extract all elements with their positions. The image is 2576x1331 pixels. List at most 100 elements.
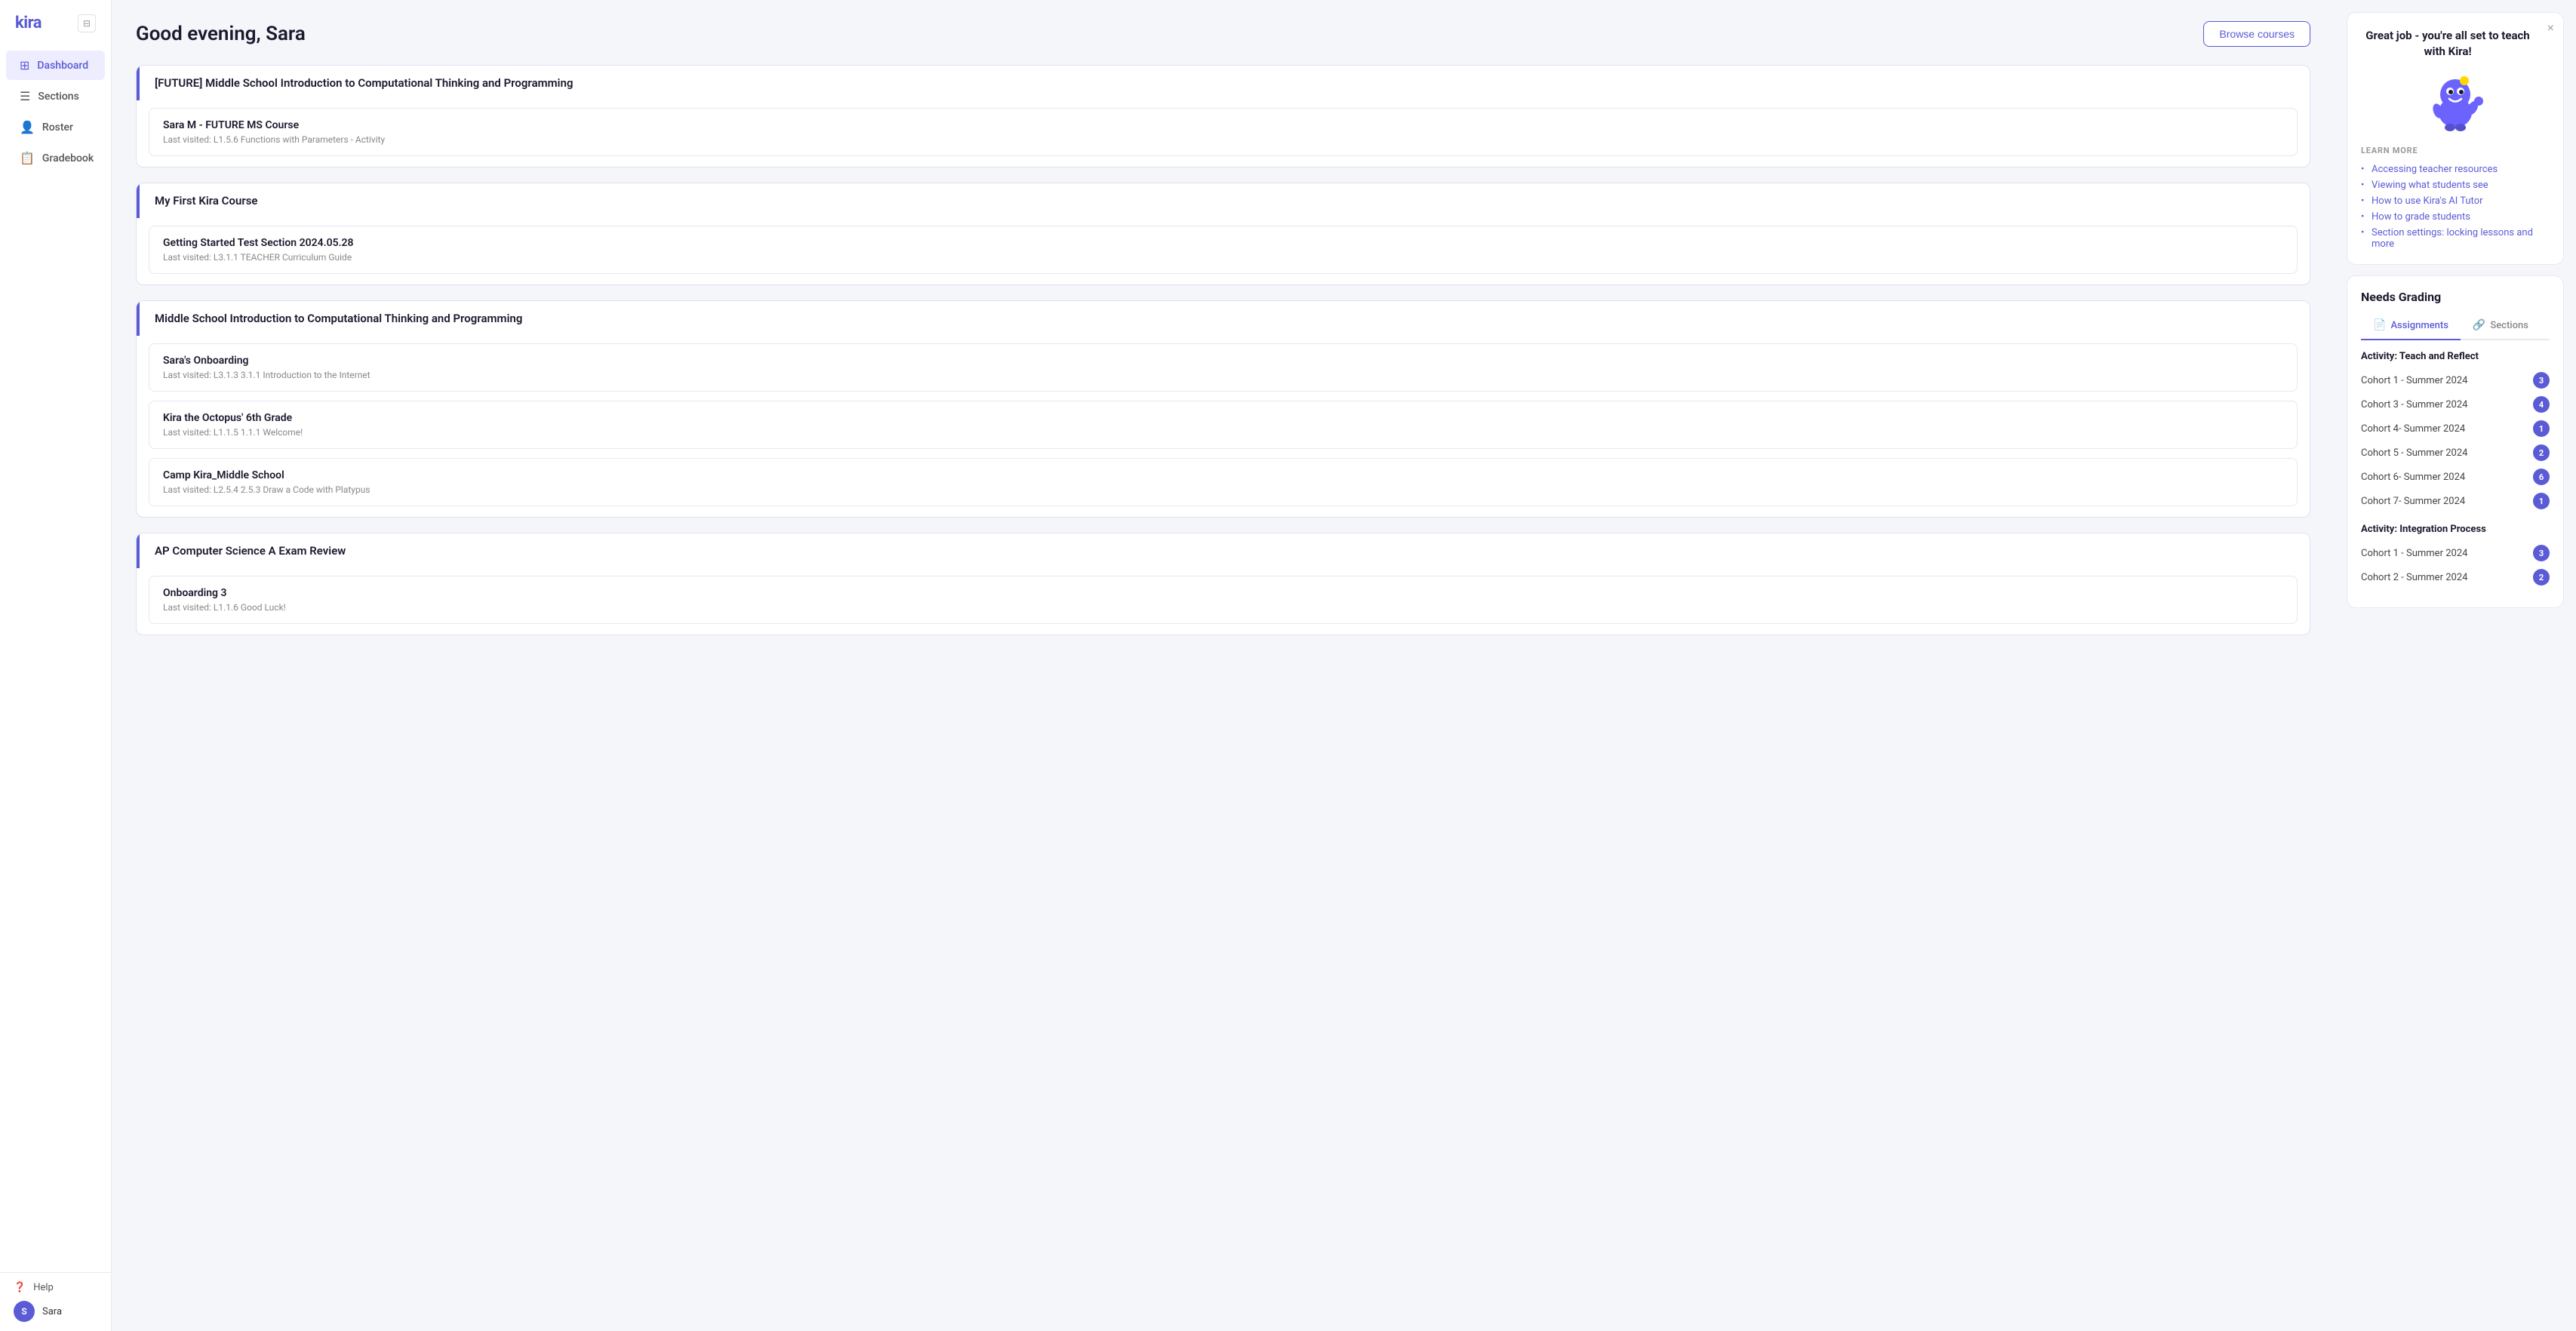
learn-more-links: Accessing teacher resourcesViewing what … — [2361, 161, 2550, 252]
course-title-future-ms: [FUTURE] Middle School Introduction to C… — [137, 66, 2310, 100]
grading-row[interactable]: Cohort 1 - Summer 2024 3 — [2361, 368, 2550, 392]
section-card-title: Onboarding 3 — [163, 587, 2283, 599]
browse-courses-button[interactable]: Browse courses — [2203, 21, 2310, 47]
learn-more-link[interactable]: Section settings: locking lessons and mo… — [2361, 225, 2550, 252]
learn-more-section: LEARN MORE Accessing teacher resourcesVi… — [2361, 146, 2550, 252]
sidebar-item-help[interactable]: ❓ Help — [14, 1282, 97, 1293]
collapse-sidebar-button[interactable]: ⊟ — [78, 14, 96, 32]
activity-label: Activity: Teach and Reflect — [2361, 351, 2550, 362]
sections-icon: ☰ — [20, 89, 30, 103]
gradebook-icon: 📋 — [20, 151, 35, 165]
close-welcome-button[interactable]: × — [2547, 22, 2554, 35]
sidebar-item-sections[interactable]: ☰ Sections — [6, 81, 105, 111]
nav-label-dashboard: Dashboard — [37, 60, 88, 72]
course-title-ap-cs: AP Computer Science A Exam Review — [137, 533, 2310, 568]
grading-count-badge: 6 — [2533, 469, 2550, 485]
page-title: Good evening, Sara — [136, 23, 306, 45]
nav-label-sections: Sections — [38, 91, 78, 103]
section-card[interactable]: Onboarding 3 Last visited: L1.1.6 Good L… — [149, 576, 2298, 624]
assignments-tab-icon: 📄 — [2373, 319, 2386, 331]
grading-tab-sections[interactable]: 🔗 Sections — [2461, 313, 2541, 340]
grading-row[interactable]: Cohort 6- Summer 2024 6 — [2361, 465, 2550, 489]
sidebar: kira ⊟ ⊞ Dashboard☰ Sections👤 Roster📋 Gr… — [0, 0, 112, 1331]
sidebar-item-gradebook[interactable]: 📋 Gradebook — [6, 143, 105, 173]
grading-row[interactable]: Cohort 2 - Summer 2024 2 — [2361, 565, 2550, 589]
activity-label: Activity: Integration Process — [2361, 524, 2550, 535]
mascot-area — [2361, 69, 2550, 137]
needs-grading-card: Needs Grading 📄 Assignments🔗 Sections Ac… — [2347, 275, 2564, 608]
section-last-visited: Last visited: L3.1.3 3.1.1 Introduction … — [163, 370, 2283, 380]
cohort-name: Cohort 2 - Summer 2024 — [2361, 572, 2467, 583]
sections-tab-icon: 🔗 — [2473, 319, 2485, 331]
grading-row[interactable]: Cohort 3 - Summer 2024 4 — [2361, 392, 2550, 417]
section-last-visited: Last visited: L3.1.1 TEACHER Curriculum … — [163, 252, 2283, 263]
welcome-card: × Great job - you're all set to teach wi… — [2347, 12, 2564, 265]
sidebar-footer: ❓ Help S Sara — [0, 1272, 111, 1331]
section-card-title: Sara M - FUTURE MS Course — [163, 119, 2283, 131]
cohort-name: Cohort 3 - Summer 2024 — [2361, 399, 2467, 410]
section-card-title: Getting Started Test Section 2024.05.28 — [163, 237, 2283, 249]
section-card[interactable]: Camp Kira_Middle School Last visited: L2… — [149, 458, 2298, 506]
cohort-name: Cohort 1 - Summer 2024 — [2361, 375, 2467, 386]
user-name: Sara — [42, 1306, 62, 1317]
course-section-my-first-kira: My First Kira Course Getting Started Test… — [136, 183, 2310, 285]
sidebar-item-roster[interactable]: 👤 Roster — [6, 112, 105, 142]
grading-tabs: 📄 Assignments🔗 Sections — [2361, 313, 2550, 340]
course-section-future-ms: [FUTURE] Middle School Introduction to C… — [136, 65, 2310, 168]
nav-label-gradebook: Gradebook — [42, 152, 94, 164]
main-header: Good evening, Sara Browse courses — [136, 21, 2310, 47]
section-card[interactable]: Kira the Octopus' 6th Grade Last visited… — [149, 401, 2298, 449]
grading-count-badge: 1 — [2533, 493, 2550, 509]
section-card[interactable]: Getting Started Test Section 2024.05.28 … — [149, 226, 2298, 274]
section-card-title: Camp Kira_Middle School — [163, 469, 2283, 481]
grading-row[interactable]: Cohort 1 - Summer 2024 3 — [2361, 541, 2550, 565]
cohort-name: Cohort 7- Summer 2024 — [2361, 496, 2465, 507]
learn-more-link[interactable]: How to use Kira's AI Tutor — [2361, 193, 2550, 209]
needs-grading-title: Needs Grading — [2361, 290, 2550, 304]
section-last-visited: Last visited: L1.1.6 Good Luck! — [163, 602, 2283, 613]
sidebar-logo-area: kira ⊟ — [0, 0, 111, 43]
help-icon: ❓ — [14, 1282, 26, 1293]
grading-count-badge: 2 — [2533, 569, 2550, 586]
course-title-ms-intro: Middle School Introduction to Computatio… — [137, 301, 2310, 336]
main-content: Good evening, Sara Browse courses [FUTUR… — [112, 0, 2335, 1331]
learn-more-link[interactable]: How to grade students — [2361, 209, 2550, 225]
grading-groups: Activity: Teach and Reflect Cohort 1 - Su… — [2361, 351, 2550, 589]
sidebar-item-dashboard[interactable]: ⊞ Dashboard — [6, 51, 105, 80]
cohort-name: Cohort 5 - Summer 2024 — [2361, 447, 2467, 459]
section-card-title: Sara's Onboarding — [163, 355, 2283, 367]
dashboard-icon: ⊞ — [20, 58, 29, 72]
sections-tab-label: Sections — [2490, 320, 2528, 331]
learn-more-link[interactable]: Viewing what students see — [2361, 177, 2550, 193]
app-logo: kira — [15, 14, 41, 32]
sidebar-user[interactable]: S Sara — [14, 1301, 97, 1322]
roster-icon: 👤 — [20, 120, 35, 134]
course-section-ap-cs: AP Computer Science A Exam Review Onboard… — [136, 533, 2310, 635]
section-card-title: Kira the Octopus' 6th Grade — [163, 412, 2283, 424]
activity-group: Activity: Teach and Reflect Cohort 1 - Su… — [2361, 351, 2550, 513]
grading-row[interactable]: Cohort 4- Summer 2024 1 — [2361, 417, 2550, 441]
courses-container: [FUTURE] Middle School Introduction to C… — [136, 65, 2310, 635]
welcome-title: Great job - you're all set to teach with… — [2361, 28, 2550, 60]
course-section-ms-intro: Middle School Introduction to Computatio… — [136, 300, 2310, 518]
grading-count-badge: 1 — [2533, 420, 2550, 437]
activity-group: Activity: Integration Process Cohort 1 - … — [2361, 524, 2550, 589]
assignments-tab-label: Assignments — [2390, 320, 2448, 331]
grading-count-badge: 3 — [2533, 372, 2550, 389]
nav-label-roster: Roster — [42, 121, 73, 134]
section-last-visited: Last visited: L1.1.5 1.1.1 Welcome! — [163, 427, 2283, 438]
grading-row[interactable]: Cohort 7- Summer 2024 1 — [2361, 489, 2550, 513]
course-title-my-first-kira: My First Kira Course — [137, 183, 2310, 218]
learn-more-link[interactable]: Accessing teacher resources — [2361, 161, 2550, 177]
section-last-visited: Last visited: L1.5.6 Functions with Para… — [163, 134, 2283, 145]
avatar: S — [14, 1301, 35, 1322]
cohort-name: Cohort 6- Summer 2024 — [2361, 472, 2465, 483]
grading-count-badge: 4 — [2533, 396, 2550, 413]
section-card[interactable]: Sara's Onboarding Last visited: L3.1.3 3… — [149, 343, 2298, 392]
section-card[interactable]: Sara M - FUTURE MS Course Last visited: … — [149, 108, 2298, 156]
right-panel: × Great job - you're all set to teach wi… — [2335, 0, 2576, 1331]
grading-tab-assignments[interactable]: 📄 Assignments — [2361, 313, 2461, 340]
grading-row[interactable]: Cohort 5 - Summer 2024 2 — [2361, 441, 2550, 465]
cohort-name: Cohort 4- Summer 2024 — [2361, 423, 2465, 435]
learn-more-label: LEARN MORE — [2361, 146, 2550, 155]
